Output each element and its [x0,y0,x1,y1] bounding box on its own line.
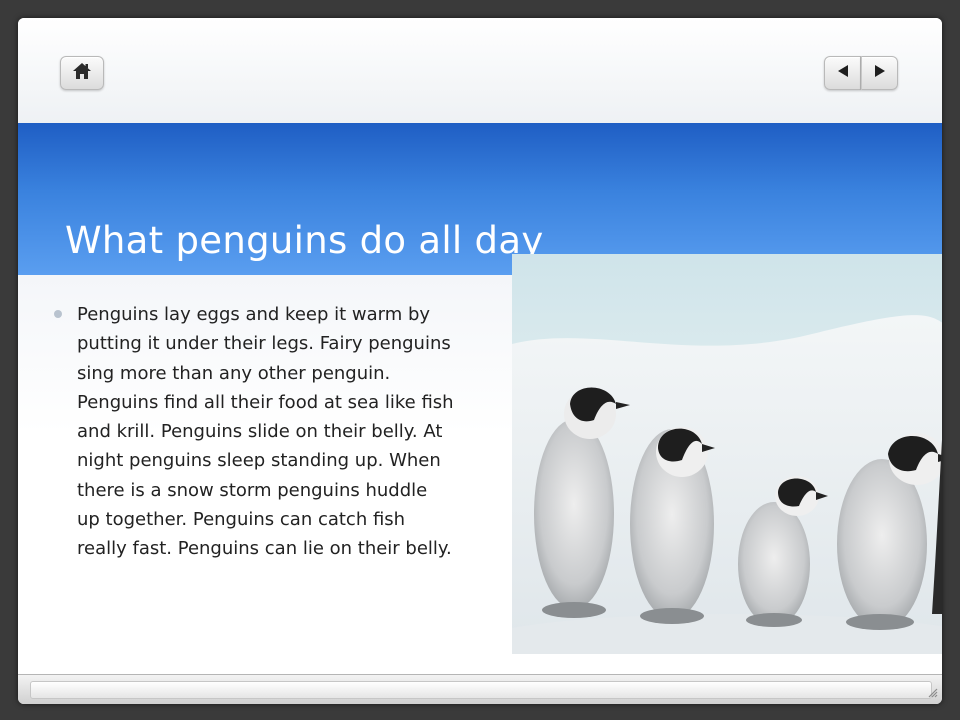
bottom-track [30,681,932,699]
triangle-right-icon [873,64,887,83]
bullet-text: Penguins lay eggs and keep it warm by pu… [77,304,454,560]
list-item: Penguins lay eggs and keep it warm by pu… [54,300,454,564]
title-band: What penguins do all day [18,123,942,275]
home-button[interactable] [60,56,104,90]
top-toolbar [18,18,942,124]
bottom-status-bar [18,674,942,704]
bullet-dot [54,310,62,318]
slide-frame: What penguins do all day Penguins lay eg… [18,18,942,704]
penguin-photo [512,254,942,654]
previous-slide-button[interactable] [824,56,861,90]
home-icon [72,62,92,85]
next-slide-button[interactable] [861,56,898,90]
slide-navigation [824,56,898,90]
slide-title: What penguins do all day [65,219,544,262]
triangle-left-icon [836,64,850,83]
resize-grip-icon[interactable] [926,685,938,703]
bullet-list: Penguins lay eggs and keep it warm by pu… [54,300,454,564]
